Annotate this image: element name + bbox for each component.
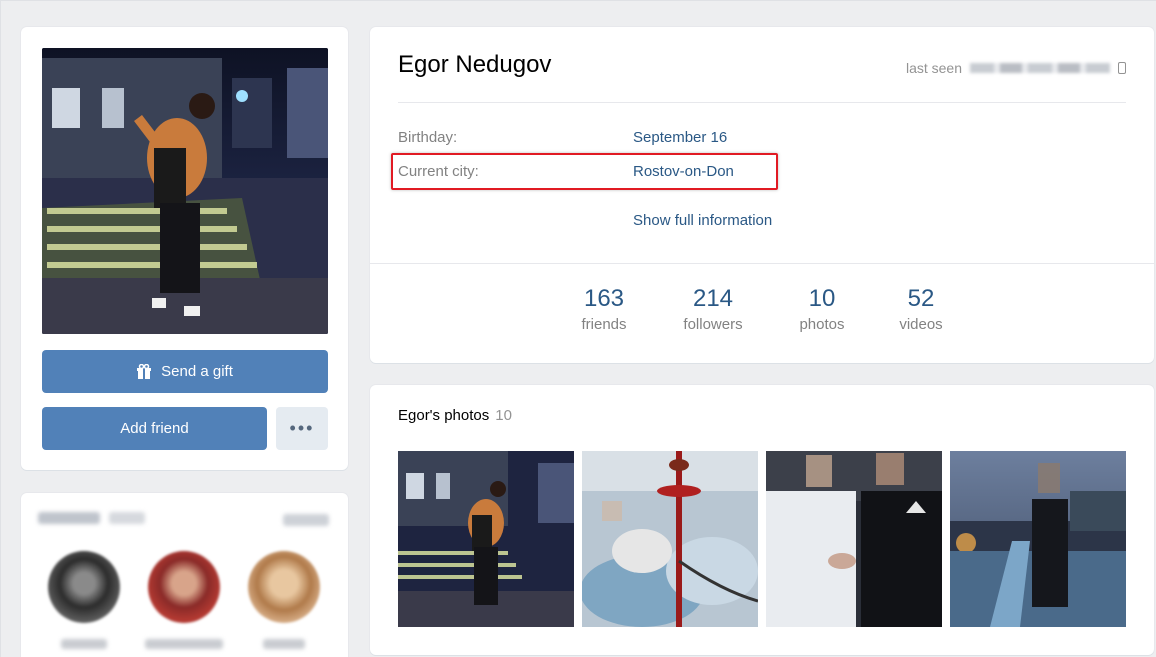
photos-count: 10 [495,407,512,424]
counter-label: followers [683,316,743,333]
counter-label: videos [899,316,943,333]
more-actions-button[interactable]: ••• [276,407,328,450]
photos-title[interactable]: Egor's photos 10 [398,407,512,424]
send-gift-button[interactable]: Send a gift [42,350,328,393]
counter-videos[interactable]: 52 videos [885,285,957,333]
photo-image [766,451,942,627]
friend-name-blurred [263,639,305,649]
friends-link-blurred [283,514,329,526]
friend-avatar[interactable] [248,551,320,623]
more-dots-icon: ••• [289,418,315,438]
add-friend-label: Add friend [120,420,189,437]
photo-thumbnail[interactable] [582,451,758,627]
last-seen-status: last seen [906,60,1126,76]
birthday-label: Birthday: [398,129,458,146]
friends-count-blurred [109,512,145,524]
friends-card [21,493,348,657]
photo-thumbnail[interactable] [766,451,942,627]
avatar-image [42,48,328,334]
counter-number: 163 [583,285,625,312]
photo-image [582,451,758,627]
send-gift-label: Send a gift [161,363,233,380]
counters-divider [370,263,1154,264]
counter-label: friends [581,316,627,333]
friends-title-blurred [38,512,100,524]
photo-thumbnail[interactable] [950,451,1126,627]
counter-followers[interactable]: 214 followers [667,285,759,333]
add-friend-button[interactable]: Add friend [42,407,267,450]
photos-title-label: Egor's photos [398,407,490,424]
gift-icon [137,363,152,380]
friend-name-blurred [61,639,107,649]
counter-number: 52 [907,285,935,312]
profile-avatar-photo[interactable] [42,48,328,334]
birthday-value[interactable]: September 16 [633,129,727,146]
counter-label: photos [799,316,845,333]
friend-name-blurred [145,639,223,649]
phone-icon [1118,62,1126,74]
friend-avatar[interactable] [48,551,120,623]
profile-name: Egor Nedugov [398,51,552,78]
avatar-card: Send a gift Add friend ••• [21,27,348,470]
counter-photos[interactable]: 10 photos [784,285,860,333]
last-seen-time-blurred [970,63,1110,73]
counter-number: 214 [692,285,734,312]
header-divider [398,102,1126,103]
profile-info-card: Egor Nedugov last seen Birthday: Septemb… [370,27,1154,363]
counter-friends[interactable]: 163 friends [565,285,643,333]
last-seen-label: last seen [905,60,962,76]
counter-number: 10 [808,285,836,312]
photos-card: Egor's photos 10 [370,385,1154,655]
photo-image [398,451,574,627]
show-full-info-link[interactable]: Show full information [633,212,772,229]
photo-thumbnail[interactable] [398,451,574,627]
friend-avatar[interactable] [148,551,220,623]
city-highlight-box [391,153,778,190]
photo-image [950,451,1126,627]
